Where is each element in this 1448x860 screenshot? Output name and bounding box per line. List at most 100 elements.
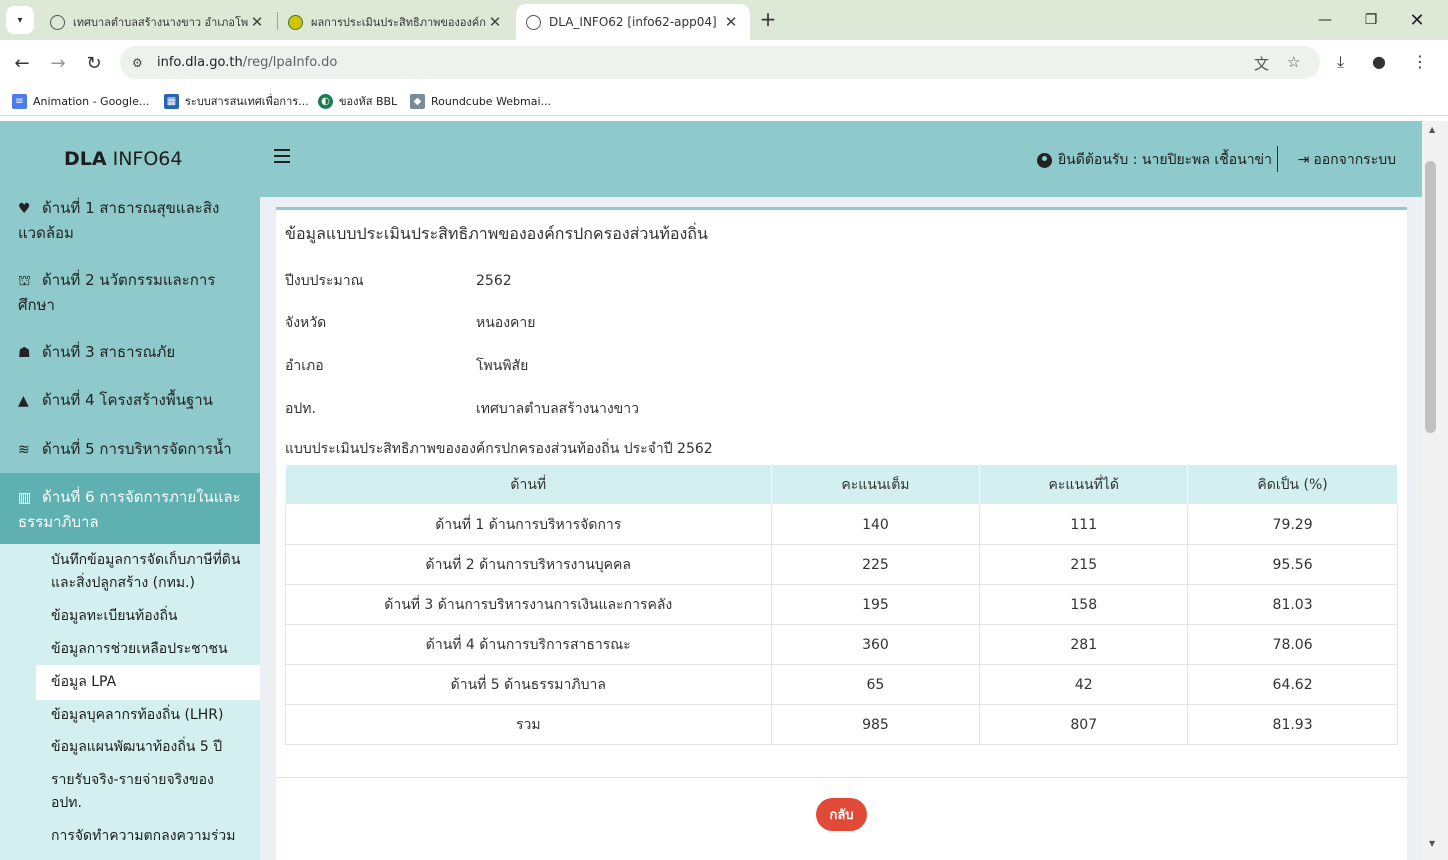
restore-icon[interactable]: ❐	[1348, 0, 1394, 40]
scroll-up-icon[interactable]: ▲	[1429, 125, 1435, 134]
table-cell: 195	[771, 584, 981, 625]
image-icon: ▦	[164, 93, 179, 109]
tab-close-icon[interactable]: ✕	[486, 13, 504, 31]
app-logo[interactable]: DLA INFO64	[0, 121, 260, 197]
translate-icon[interactable]: 文	[1254, 53, 1269, 74]
site-settings-icon[interactable]: ⚙	[132, 56, 152, 70]
tab-title: ผลการประเมินประสิทธิภาพขององค์กรปกครองส่…	[311, 16, 486, 29]
info-label: อปท.	[285, 401, 316, 417]
column-header: คะแนนเต็ม	[770, 464, 981, 505]
new-tab-button[interactable]: +	[757, 6, 779, 34]
scroll-thumb[interactable]	[1425, 161, 1436, 433]
submenu-5year-plan[interactable]: ข้อมูลแผนพัฒนาท้องถิ่น 5 ปี	[36, 736, 260, 759]
seal-icon	[288, 14, 303, 30]
reload-icon[interactable]: ↻	[81, 50, 107, 76]
scroll-down-icon[interactable]: ▼	[1429, 839, 1435, 848]
sidebar-item-infrastructure[interactable]: ▲ ด้านที่ 4 โครงสร้างพื้นฐาน	[0, 388, 260, 413]
tab-search-button[interactable]: ▾	[6, 6, 34, 34]
submenu-land-tax[interactable]: บันทึกข้อมูลการจัดเก็บภาษีที่ดิน และสิ่ง…	[36, 549, 260, 595]
bookmark-roundcube[interactable]: ◆ Roundcube Webmai...	[410, 92, 551, 110]
url-text: info.dla.go.th/reg/lpaInfo.do	[157, 55, 337, 70]
building-icon: ▥	[18, 490, 32, 506]
heartbeat-icon: ♥	[18, 201, 31, 217]
submenu-label: บันทึกข้อมูลการจัดเก็บภาษีที่ดิน	[51, 552, 241, 568]
info-value: โพนพิสัย	[476, 358, 529, 374]
sidebar-item-innovation[interactable]: ⛫ ด้านที่ 2 นวัตกรรมและการ ศึกษา	[0, 268, 260, 317]
water-icon: ≋	[18, 442, 30, 458]
table-cell: 281	[979, 624, 1189, 665]
table-cell: 64.62	[1187, 664, 1398, 705]
tab-2[interactable]: ผลการประเมินประสิทธิภาพขององค์กรปกครองส่…	[278, 4, 514, 40]
table-cell: 111	[979, 504, 1189, 545]
hamburger-menu-icon[interactable]	[274, 149, 290, 163]
table-caption: แบบประเมินประสิทธิภาพขององค์กรปกครองส่วน…	[285, 441, 713, 457]
bookmark-info-system[interactable]: ▦ ระบบสารสนเทศเพื่อการ...	[164, 92, 309, 110]
minimize-icon[interactable]: —	[1302, 0, 1348, 40]
menu-label: ด้านที่ 5 การบริหารจัดการน้ำ	[42, 440, 232, 458]
logout-link[interactable]: ⇥ ออกจากระบบ	[1298, 149, 1396, 171]
page-scrollbar[interactable]: ▲ ▼	[1422, 121, 1448, 860]
profile-avatar-icon[interactable]: ●	[1372, 52, 1386, 71]
submenu-citizen-aid[interactable]: ข้อมูลการช่วยเหลือประชาชน	[36, 638, 260, 661]
back-button[interactable]: กลับ	[816, 798, 867, 831]
star-icon[interactable]: ☆	[1287, 53, 1300, 71]
address-bar[interactable]: ⚙ info.dla.go.th/reg/lpaInfo.do 文 ☆	[120, 46, 1320, 79]
submenu-label: ข้อมูลบุคลากรท้องถิ่น (LHR)	[51, 707, 224, 723]
header-divider	[1277, 146, 1278, 172]
menu-label: ด้านที่ 4 โครงสร้างพื้นฐาน	[42, 391, 213, 409]
table-cell: รวม	[285, 704, 772, 745]
score-table: ด้านที่ คะแนนเต็ม คะแนนที่ได้ คิดเป็น (%…	[285, 464, 1398, 745]
submenu-lhr[interactable]: ข้อมูลบุคลากรท้องถิ่น (LHR)	[36, 704, 260, 727]
sidebar-item-governance[interactable]: ▥ ด้านที่ 6 การจัดการภายในและ ธรรมาภิบาล	[0, 473, 260, 545]
sidebar-item-disaster[interactable]: ☗ ด้านที่ 3 สาธารณภัย	[0, 340, 260, 365]
bookmark-label: ระบบสารสนเทศเพื่อการ...	[185, 95, 309, 108]
card-footer-divider	[276, 777, 1407, 778]
table-cell: 81.93	[1187, 704, 1398, 745]
submenu-label: รายรับจริง-รายจ่ายจริงของ	[51, 772, 214, 788]
submenu-label: ข้อมูลทะเบียนท้องถิ่น	[51, 608, 178, 624]
sign-out-icon: ⇥	[1297, 152, 1310, 168]
forward-arrow-icon[interactable]: →	[45, 50, 71, 76]
info-row-fiscal-year: ปีงบประมาณ 2562	[285, 270, 885, 292]
submenu-cooperation[interactable]: การจัดทำความตกลงความร่วม	[36, 825, 260, 848]
table-cell: ด้านที่ 4 ด้านการบริการสาธารณะ	[285, 624, 772, 665]
table-cell: 42	[979, 664, 1189, 705]
table-cell: 95.56	[1187, 544, 1398, 585]
bookmark-bbl[interactable]: ◐ ของหัส BBL	[318, 92, 397, 110]
url-path: /reg/lpaInfo.do	[242, 55, 338, 70]
tab-close-icon[interactable]: ✕	[248, 13, 266, 31]
bookmarks-bar: ≡ Animation - Google... ▦ ระบบสารสนเทศเพ…	[0, 86, 1448, 116]
tab-1[interactable]: เทศบาลตำบลสร้างนางขาว อำเภอโพนพิสัย ✕	[40, 4, 276, 40]
globe-icon	[526, 14, 541, 30]
info-value: หนองคาย	[476, 315, 536, 331]
menu-label-line2: ศึกษา	[18, 296, 55, 314]
info-label: ปีงบประมาณ	[285, 273, 364, 289]
menu-label: ด้านที่ 2 นวัตกรรมและการ	[42, 271, 216, 289]
back-arrow-icon[interactable]: ←	[9, 50, 35, 76]
table-row: ด้านที่ 5 ด้านธรรมาภิบาล 65 42 64.62	[285, 664, 1398, 705]
table-cell: 985	[771, 704, 981, 745]
bookmark-animation[interactable]: ≡ Animation - Google...	[12, 92, 149, 110]
bookmark-label: ของหัส BBL	[339, 95, 398, 108]
tab-close-icon[interactable]: ✕	[722, 13, 740, 31]
submenu-label: ข้อมูลการช่วยเหลือประชาชน	[51, 641, 228, 657]
table-row: ด้านที่ 2 ด้านการบริหารงานบุคคล 225 215 …	[285, 544, 1398, 585]
roundcube-icon: ◆	[410, 93, 425, 109]
submenu-local-registry[interactable]: ข้อมูลทะเบียนท้องถิ่น	[36, 605, 260, 628]
more-menu-icon[interactable]: ⋮	[1412, 52, 1428, 71]
close-window-icon[interactable]: ✕	[1394, 0, 1440, 40]
download-icon[interactable]: ⤓	[1337, 52, 1344, 72]
info-row-district: อำเภอ โพนพิสัย	[285, 355, 885, 377]
menu-label: ด้านที่ 3 สาธารณภัย	[42, 343, 176, 361]
table-cell: 140	[771, 504, 981, 545]
sidebar-item-water[interactable]: ≋ ด้านที่ 5 การบริหารจัดการน้ำ	[0, 437, 260, 462]
table-cell: 78.06	[1187, 624, 1398, 665]
submenu-revenue-expense[interactable]: รายรับจริง-รายจ่ายจริงของ อปท.	[36, 769, 260, 815]
user-shield-icon: ☗	[18, 345, 31, 361]
bookmark-label: Roundcube Webmai...	[431, 94, 552, 108]
tab-3-active[interactable]: DLA_INFO62 [info62-app04] ✕	[516, 4, 750, 40]
globe-icon	[50, 14, 65, 30]
submenu-lpa[interactable]: ข้อมูล LPA	[36, 665, 260, 700]
sidebar-item-health[interactable]: ♥ ด้านที่ 1 สาธารณสุขและสิง แวดล้อม	[0, 196, 260, 245]
menu-label: ด้านที่ 1 สาธารณสุขและสิง	[42, 199, 220, 217]
